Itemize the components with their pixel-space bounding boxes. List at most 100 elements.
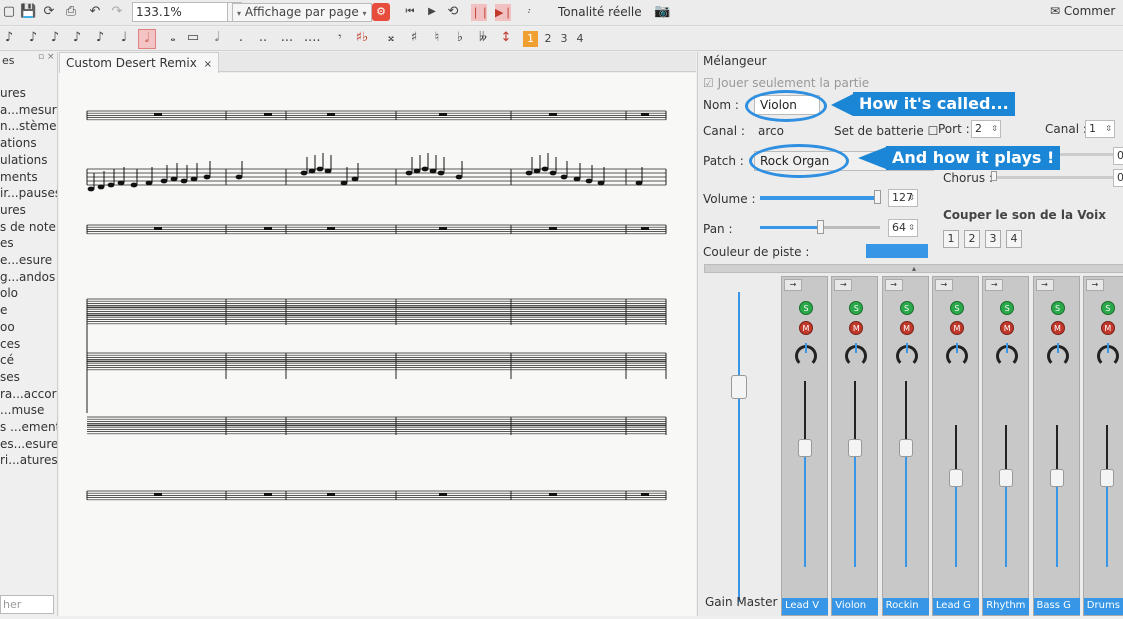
strip-name[interactable]: Violon bbox=[832, 598, 879, 615]
note-head[interactable] bbox=[533, 168, 541, 174]
close-icon[interactable]: × bbox=[204, 59, 212, 70]
note-half-icon[interactable]: 𝅗𝅥 bbox=[138, 29, 156, 49]
tab-custom-desert-remix[interactable]: Custom Desert Remix × bbox=[59, 52, 220, 73]
mute-icon[interactable]: M bbox=[949, 321, 964, 335]
panel-close-icon[interactable]: ▫ × bbox=[38, 52, 55, 62]
note-head[interactable] bbox=[429, 168, 437, 174]
mixer-strip[interactable]: → S M Bass G bbox=[1032, 276, 1080, 616]
volume-fader-handle[interactable] bbox=[1099, 469, 1114, 487]
note-8th-icon[interactable]: ♪ bbox=[70, 29, 84, 47]
strip-expand-icon[interactable]: → bbox=[784, 279, 802, 291]
palette-item[interactable]: es...esures bbox=[0, 436, 57, 452]
palette-item[interactable]: a...mesure bbox=[0, 102, 57, 118]
mixer-strip[interactable]: → S M Lead G bbox=[931, 276, 979, 616]
play-icon[interactable]: ▶ bbox=[425, 3, 439, 21]
palette-item[interactable]: ulations bbox=[0, 152, 57, 168]
mute-icon[interactable]: M bbox=[1050, 321, 1065, 335]
sharp-flat-toggle-icon[interactable]: ♯♭ bbox=[354, 29, 370, 47]
double-sharp-icon[interactable]: 𝄪 bbox=[384, 29, 398, 47]
loop-out-icon[interactable]: ▶❘ bbox=[495, 4, 513, 21]
mixer-strip[interactable]: → S M Rhythm bbox=[982, 276, 1030, 616]
volume-fader-handle[interactable] bbox=[948, 469, 963, 487]
note-head[interactable] bbox=[97, 184, 105, 190]
spin-arrows-icon[interactable]: ⇳ bbox=[1105, 121, 1112, 137]
share-icon[interactable]: ⟳ bbox=[42, 3, 56, 21]
note-head[interactable] bbox=[405, 170, 413, 176]
palette-item[interactable]: ri...atures bbox=[0, 452, 57, 468]
note-head[interactable] bbox=[340, 180, 348, 186]
mixer-strip[interactable]: → S M Drums bbox=[1082, 276, 1123, 616]
note-head[interactable] bbox=[351, 176, 359, 182]
volume-fader-handle[interactable] bbox=[999, 469, 1014, 487]
save-icon[interactable]: 💾 bbox=[20, 3, 36, 21]
strip-expand-icon[interactable]: → bbox=[884, 279, 903, 291]
palette-item[interactable]: olo bbox=[0, 285, 57, 301]
solo-part-checkbox[interactable]: ☑ Jouer seulement la partie bbox=[703, 76, 869, 90]
strip-name[interactable]: Bass G bbox=[1033, 598, 1080, 615]
note-whole-icon[interactable]: 𝅝 bbox=[166, 29, 180, 47]
solo-icon[interactable]: S bbox=[849, 301, 864, 315]
note-head[interactable] bbox=[308, 168, 316, 174]
strip-expand-icon[interactable]: → bbox=[1085, 279, 1104, 291]
note-head[interactable] bbox=[130, 182, 138, 188]
solo-icon[interactable]: S bbox=[799, 301, 813, 315]
port-spinbox[interactable]: 2 ⇳ bbox=[971, 120, 1001, 138]
voice-4-button[interactable]: 4 bbox=[574, 30, 586, 48]
note-head[interactable] bbox=[560, 174, 568, 180]
note-16th-icon[interactable]: ♪ bbox=[48, 29, 62, 47]
strip-name[interactable]: Lead V bbox=[782, 598, 828, 615]
rewind-icon[interactable]: ⏮ bbox=[403, 3, 417, 21]
triple-dot-icon[interactable]: ... bbox=[280, 29, 294, 47]
solo-icon[interactable]: S bbox=[899, 301, 914, 315]
double-dot-icon[interactable]: .. bbox=[256, 29, 270, 47]
palette-item[interactable]: ures bbox=[0, 202, 57, 218]
note-32nd-icon[interactable]: ♪ bbox=[26, 29, 40, 47]
note-quarter-icon[interactable]: ♩ bbox=[117, 29, 131, 47]
volume-slider[interactable] bbox=[760, 196, 880, 200]
palette-item[interactable]: cé bbox=[0, 352, 57, 368]
strip-name[interactable]: Rockin bbox=[882, 598, 929, 615]
note-head[interactable] bbox=[316, 166, 324, 172]
mute-voice-3-button[interactable]: 3 bbox=[985, 230, 1001, 248]
pan-slider-handle[interactable] bbox=[817, 220, 824, 234]
note-head[interactable] bbox=[170, 176, 178, 182]
voice-3-button[interactable]: 3 bbox=[558, 30, 570, 48]
note-head[interactable] bbox=[190, 176, 198, 182]
gain-master-handle[interactable] bbox=[731, 375, 747, 399]
palette-item[interactable]: ir...pauses bbox=[0, 185, 57, 201]
volume-spinbox[interactable]: 127 ⇳ bbox=[888, 189, 918, 207]
note-head[interactable] bbox=[160, 178, 168, 184]
track-color-swatch[interactable] bbox=[866, 244, 928, 258]
mixer-strip[interactable]: → S M Violon bbox=[831, 276, 879, 616]
volume-fader-handle[interactable] bbox=[798, 439, 812, 457]
palette-item[interactable]: ra...accord bbox=[0, 386, 57, 402]
note-head[interactable] bbox=[541, 166, 549, 172]
spin-arrows-icon[interactable]: ⇳ bbox=[908, 220, 915, 236]
note-breve-icon[interactable]: ▭ bbox=[186, 29, 200, 47]
palette-item[interactable]: n...stème bbox=[0, 118, 57, 134]
volume-fader-handle[interactable] bbox=[848, 439, 863, 457]
note-head[interactable] bbox=[235, 174, 243, 180]
reverb-spinbox[interactable]: 0 bbox=[1113, 147, 1123, 165]
solo-icon[interactable]: S bbox=[1000, 301, 1015, 315]
palette-item[interactable]: s ...ements bbox=[0, 419, 57, 435]
chorus-spinbox[interactable]: 0 bbox=[1113, 169, 1123, 187]
mute-voice-4-button[interactable]: 4 bbox=[1006, 230, 1022, 248]
note-head[interactable] bbox=[525, 170, 533, 176]
natural-icon[interactable]: ♮ bbox=[430, 29, 444, 47]
canal-spinbox[interactable]: 1 ⇳ bbox=[1085, 120, 1115, 138]
note-head[interactable] bbox=[437, 170, 445, 176]
note-head[interactable] bbox=[203, 174, 211, 180]
flip-direction-icon[interactable]: ↕ bbox=[499, 29, 513, 47]
palette-item[interactable]: e...esure bbox=[0, 252, 57, 268]
flat-icon[interactable]: ♭ bbox=[453, 29, 467, 47]
note-head[interactable] bbox=[413, 168, 421, 174]
comment-button[interactable]: ✉ Commer bbox=[1050, 4, 1115, 18]
palette-item[interactable]: ments bbox=[0, 169, 57, 185]
note-head[interactable] bbox=[635, 180, 643, 186]
voice-2-button[interactable]: 2 bbox=[542, 30, 554, 48]
palette-item[interactable]: oo bbox=[0, 319, 57, 335]
palette-item[interactable]: ses bbox=[0, 369, 57, 385]
palette-search-input[interactable]: her bbox=[0, 595, 54, 614]
note-64th-icon[interactable]: ♪ bbox=[2, 29, 16, 47]
